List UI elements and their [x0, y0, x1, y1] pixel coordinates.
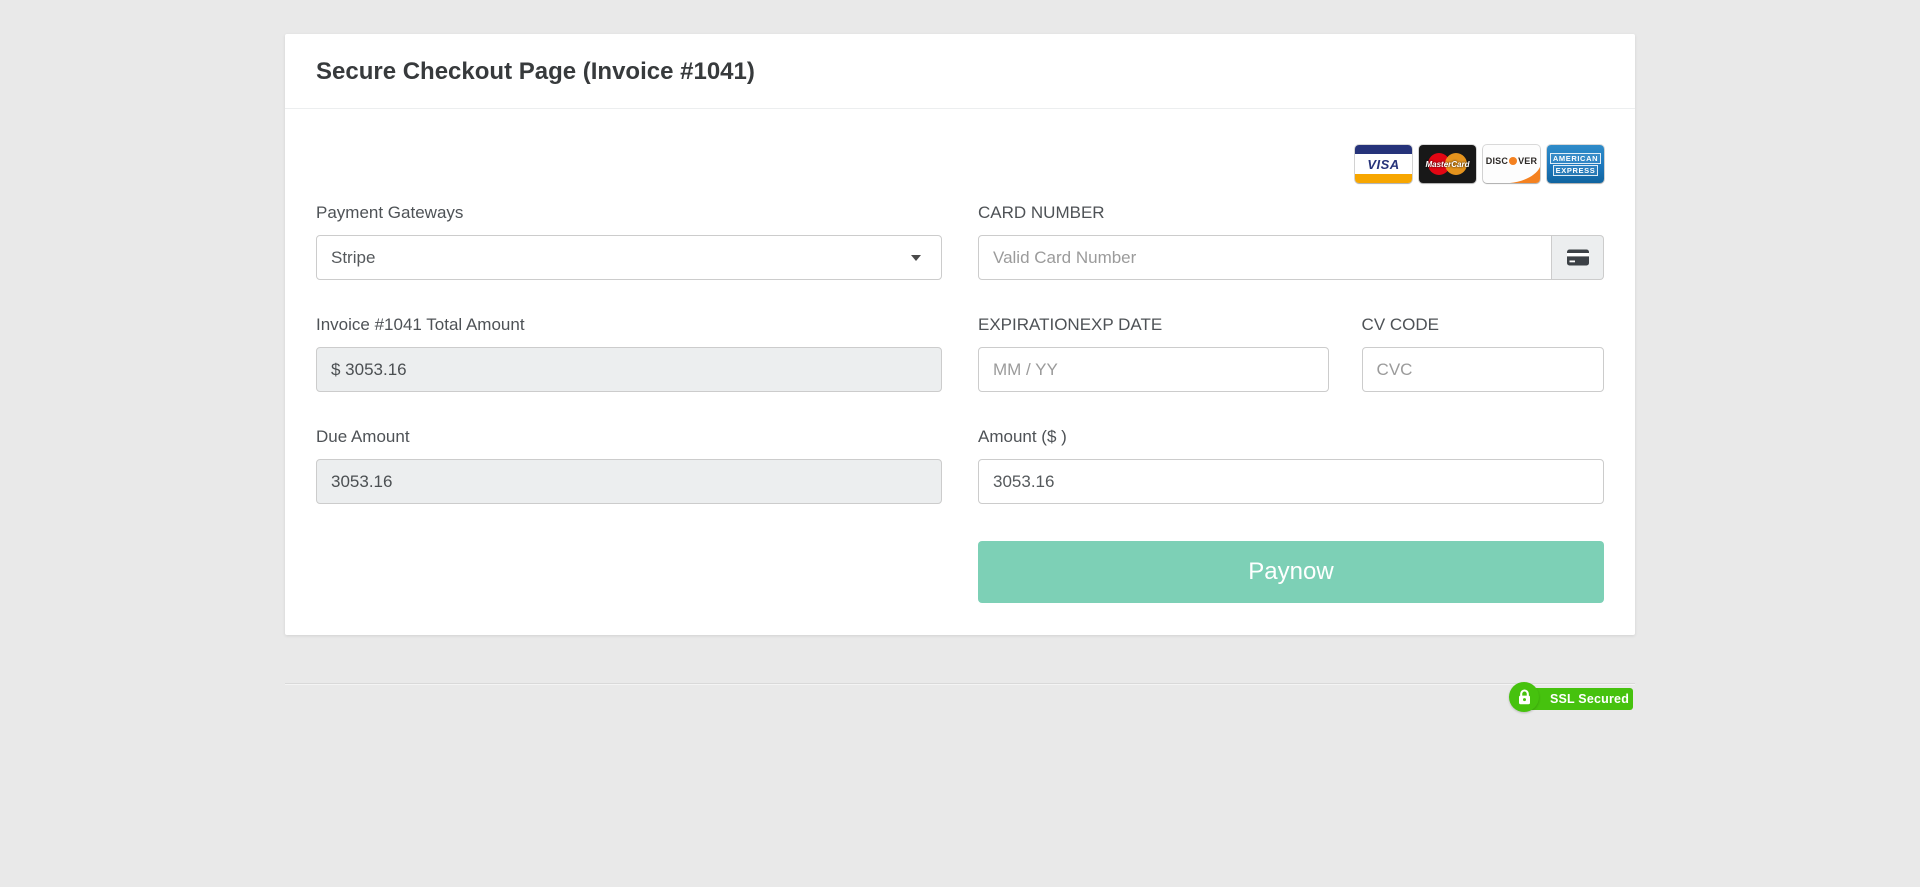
- payment-gateway-select[interactable]: Stripe: [316, 235, 942, 280]
- visa-bottom-bar: [1355, 174, 1412, 183]
- due-amount-input: [316, 459, 942, 504]
- paynow-button[interactable]: Paynow: [978, 541, 1604, 603]
- page-title: Secure Checkout Page (Invoice #1041): [316, 58, 1604, 86]
- expiration-label: EXPIRATIONEXP DATE: [978, 314, 1329, 336]
- amex-icon: AMERICAN EXPRESS: [1547, 145, 1604, 183]
- amount-field: Amount ($ ): [978, 426, 1604, 504]
- right-column: CARD NUMBER EXPI: [978, 202, 1604, 603]
- visa-label: VISA: [1355, 154, 1412, 174]
- amount-label: Amount ($ ): [978, 426, 1604, 448]
- panel-header: Secure Checkout Page (Invoice #1041): [285, 34, 1635, 109]
- footer-divider: [285, 683, 1635, 685]
- checkout-form: Payment Gateways Stripe Invoice #1041 To…: [316, 202, 1604, 603]
- card-number-input[interactable]: [978, 235, 1552, 280]
- cvc-input[interactable]: [1362, 347, 1604, 392]
- card-brand-icons-row: VISA MasterCard DISCVER AMERICAN EXPR: [316, 145, 1604, 183]
- payment-gateways-field: Payment Gateways Stripe: [316, 202, 942, 280]
- visa-top-bar: [1355, 145, 1412, 154]
- ssl-secured-label: SSL Secured: [1524, 688, 1633, 710]
- mastercard-icon: MasterCard: [1419, 145, 1476, 183]
- credit-card-icon: [1566, 248, 1590, 267]
- amex-label-line2: EXPRESS: [1553, 165, 1599, 176]
- panel-body: VISA MasterCard DISCVER AMERICAN EXPR: [285, 145, 1635, 635]
- discover-label-part2: VER: [1518, 156, 1537, 166]
- payment-gateways-label: Payment Gateways: [316, 202, 942, 224]
- cv-code-label: CV CODE: [1362, 314, 1604, 336]
- visa-icon: VISA: [1355, 145, 1412, 183]
- amex-label-line1: AMERICAN: [1550, 153, 1601, 164]
- cv-code-field: CV CODE: [1362, 314, 1604, 392]
- discover-orange-o: [1509, 157, 1517, 165]
- discover-icon: DISC VER: [1483, 145, 1540, 183]
- amex-label: AMERICAN EXPRESS: [1547, 145, 1604, 183]
- card-number-addon: [1552, 235, 1604, 280]
- expiration-input[interactable]: [978, 347, 1329, 392]
- chevron-down-icon: [911, 255, 921, 261]
- invoice-total-label: Invoice #1041 Total Amount: [316, 314, 942, 336]
- lock-icon: [1517, 689, 1532, 705]
- amount-input[interactable]: [978, 459, 1604, 504]
- mastercard-label: MasterCard: [1419, 145, 1476, 183]
- payment-gateway-selected-value: Stripe: [331, 248, 375, 268]
- left-column: Payment Gateways Stripe Invoice #1041 To…: [316, 202, 942, 603]
- card-number-label: CARD NUMBER: [978, 202, 1604, 224]
- invoice-total-field: Invoice #1041 Total Amount: [316, 314, 942, 392]
- card-number-field: CARD NUMBER: [978, 202, 1604, 280]
- due-amount-label: Due Amount: [316, 426, 942, 448]
- invoice-total-input: [316, 347, 942, 392]
- discover-label-part1: DISC: [1486, 156, 1508, 166]
- discover-label: DISC VER: [1483, 145, 1540, 177]
- ssl-secured-badge: SSL Secured: [1509, 682, 1633, 713]
- expiration-field: EXPIRATIONEXP DATE: [978, 314, 1329, 392]
- exp-cvc-row: EXPIRATIONEXP DATE CV CODE: [978, 314, 1604, 392]
- card-number-input-group: [978, 235, 1604, 280]
- ssl-lock-circle: [1509, 682, 1539, 712]
- due-amount-field: Due Amount: [316, 426, 942, 504]
- checkout-panel: Secure Checkout Page (Invoice #1041) VIS…: [285, 34, 1635, 635]
